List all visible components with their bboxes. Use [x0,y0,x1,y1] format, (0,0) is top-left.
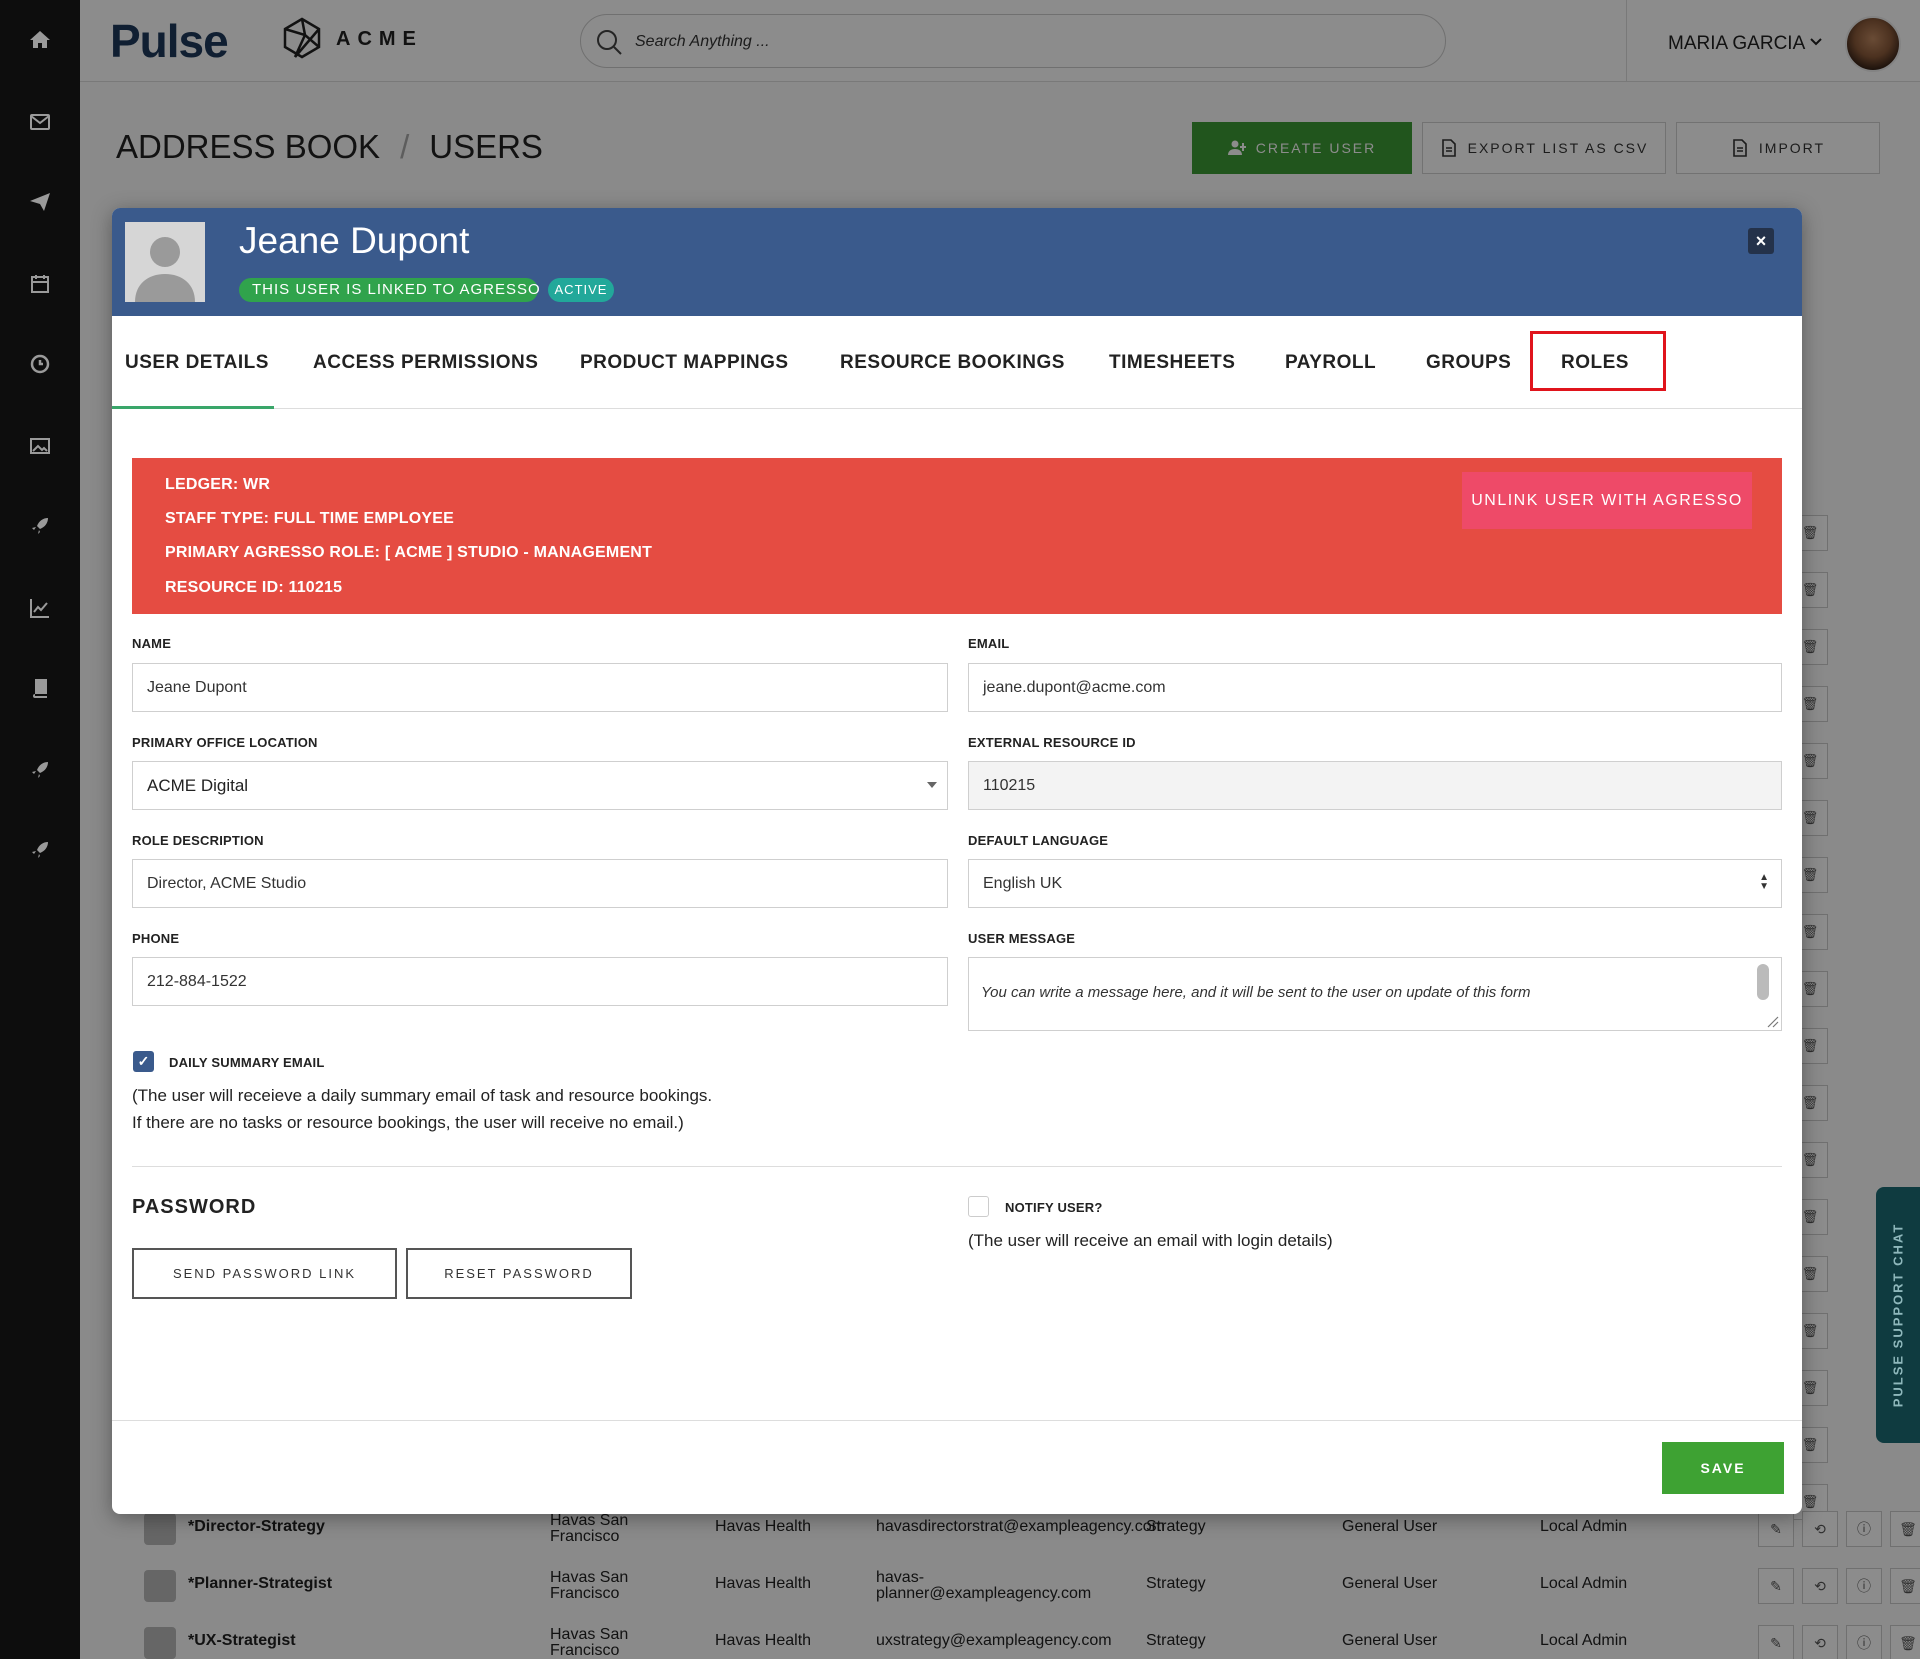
password-section-title: PASSWORD [132,1196,257,1218]
phone-field[interactable]: 212-884-1522 [132,957,948,1006]
support-chat-tab[interactable]: PULSE SUPPORT CHAT [1876,1187,1920,1443]
scrollbar-thumb[interactable] [1757,964,1769,1000]
active-tab-indicator [112,406,274,409]
avatar [125,222,205,302]
ledger-text: LEDGER: WR [165,476,271,493]
resize-grip-icon[interactable] [1765,1014,1779,1028]
role-description-label: ROLE DESCRIPTION [132,833,264,848]
staff-type-text: STAFF TYPE: FULL TIME EMPLOYEE [165,510,454,527]
agresso-banner: LEDGER: WR STAFF TYPE: FULL TIME EMPLOYE… [132,458,1782,614]
section-divider [132,1166,1782,1167]
modal-header: Jeane Dupont THIS USER IS LINKED TO AGRE… [112,208,1802,316]
chart-icon[interactable] [28,596,52,620]
external-id-field: 110215 [968,761,1782,810]
notify-user-note: (The user will receive an email with log… [968,1231,1333,1250]
primary-role-text: PRIMARY AGRESSO ROLE: [ ACME ] STUDIO - … [165,544,653,561]
email-label: EMAIL [968,636,1010,651]
resource-id-text: RESOURCE ID: 110215 [165,579,343,596]
roles-highlight-box [1530,331,1666,391]
status-badge: ACTIVE [548,278,614,302]
mail-icon[interactable] [28,110,52,134]
phone-label: PHONE [132,931,180,946]
calendar-icon[interactable] [28,272,52,296]
unlink-agresso-button[interactable]: UNLINK USER WITH AGRESSO [1462,472,1752,529]
language-label: DEFAULT LANGUAGE [968,833,1109,848]
name-field[interactable]: Jeane Dupont [132,663,948,712]
language-select[interactable]: English UK ▲ ▼ [968,859,1782,908]
tab-groups[interactable]: GROUPS [1426,316,1511,409]
external-id-label: EXTERNAL RESOURCE ID [968,735,1136,750]
reset-password-button[interactable]: RESET PASSWORD [406,1248,632,1299]
role-description-field[interactable]: Director, ACME Studio [132,859,948,908]
left-nav-rail [0,0,80,1659]
daily-summary-label: DAILY SUMMARY EMAIL [169,1055,325,1070]
tab-access-permissions[interactable]: ACCESS PERMISSIONS [313,316,538,409]
office-label: PRIMARY OFFICE LOCATION [132,735,318,750]
notify-user-checkbox[interactable] [968,1196,989,1217]
email-field[interactable]: jeane.dupont@acme.com [968,663,1782,712]
rocket-icon[interactable] [28,758,52,782]
user-message-label: USER MESSAGE [968,931,1076,946]
send-password-link-button[interactable]: SEND PASSWORD LINK [132,1248,397,1299]
save-button[interactable]: SAVE [1662,1442,1784,1494]
tab-user-details[interactable]: USER DETAILS [125,316,269,409]
sort-arrows-icon: ▲ ▼ [1759,872,1769,892]
book-icon[interactable] [28,676,52,700]
caret-down-icon [927,782,937,788]
close-icon[interactable]: × [1748,228,1774,254]
clock-icon[interactable] [28,352,52,376]
home-icon[interactable] [28,28,52,52]
tab-resource-bookings[interactable]: RESOURCE BOOKINGS [840,316,1065,409]
modal-user-name: Jeane Dupont [239,220,470,261]
rocket-icon[interactable] [28,838,52,862]
user-message-textarea[interactable]: You can write a message here, and it wil… [968,957,1782,1031]
image-icon[interactable] [28,434,52,458]
linked-badge: THIS USER IS LINKED TO AGRESSO [239,278,540,302]
name-label: NAME [132,636,172,651]
tab-product-mappings[interactable]: PRODUCT MAPPINGS [580,316,789,409]
send-icon[interactable] [28,190,52,214]
modal-tabs: USER DETAILS ACCESS PERMISSIONS PRODUCT … [112,316,1802,409]
notify-user-label: NOTIFY USER? [1005,1200,1103,1215]
user-detail-modal: Jeane Dupont THIS USER IS LINKED TO AGRE… [112,208,1802,1514]
daily-summary-checkbox[interactable]: ✓ [133,1051,154,1072]
daily-summary-note-1: (The user will receieve a daily summary … [132,1086,713,1105]
tab-timesheets[interactable]: TIMESHEETS [1109,316,1235,409]
rocket-icon[interactable] [28,514,52,538]
footer-divider [112,1420,1802,1421]
office-select[interactable]: ACME Digital [132,761,948,810]
tab-payroll[interactable]: PAYROLL [1285,316,1376,409]
daily-summary-note-2: If there are no tasks or resource bookin… [132,1113,684,1132]
